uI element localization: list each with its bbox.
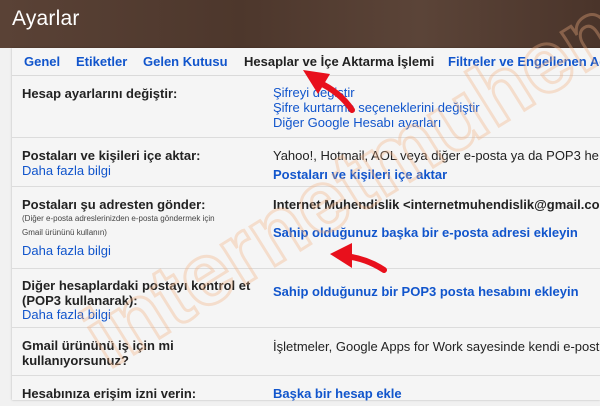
send-as-note: (Diğer e-posta adreslerinizden e-posta g…: [22, 212, 252, 240]
tab-bar: Genel Etiketler Gelen Kutusu Hesaplar ve…: [12, 48, 600, 76]
row-work: Gmail ürününü iş için mi kullanıyorsunuz…: [12, 328, 600, 376]
settings-panel: Genel Etiketler Gelen Kutusu Hesaplar ve…: [12, 48, 600, 401]
row-label-line1: Gmail ürününü iş için mi: [22, 338, 174, 353]
tab-labels[interactable]: Etiketler: [76, 54, 127, 69]
row-pop3: Diğer hesaplardaki postayı kontrol et (P…: [12, 269, 600, 328]
tab-filters[interactable]: Filtreler ve Engellenen Adr: [448, 54, 600, 69]
row-send-as: Postaları şu adresten gönder: (Diğer e-p…: [12, 187, 600, 269]
add-another-account-link[interactable]: Başka bir hesap ekle: [273, 386, 402, 401]
row-label: Postaları şu adresten gönder:: [22, 197, 206, 212]
change-recovery-link[interactable]: Şifre kurtarma seçeneklerini değiştir: [273, 100, 480, 115]
learn-more-link[interactable]: Daha fazla bilgi: [22, 243, 111, 258]
row-label: Hesap ayarlarını değiştir:: [22, 86, 178, 101]
change-password-link[interactable]: Şifreyi değiştir: [273, 85, 355, 100]
row-import: Postaları ve kişileri içe aktar: Daha fa…: [12, 138, 600, 187]
send-as-note-line1: (Diğer e-posta adreslerinizden e-posta g…: [22, 214, 215, 223]
learn-more-link[interactable]: Daha fazla bilgi: [22, 307, 111, 322]
send-as-address: Internet Muhendislik <internetmuhendisli…: [273, 197, 600, 212]
row-label-line2: kullanıyorsunuz?: [22, 353, 129, 368]
settings-header: Ayarlar: [0, 0, 600, 48]
import-mail-contacts-link[interactable]: Postaları ve kişileri içe aktar: [273, 167, 447, 182]
row-label: Hesabınıza erişim izni verin:: [22, 386, 197, 401]
row-label-line2: (POP3 kullanarak):: [22, 293, 138, 308]
google-account-settings-link[interactable]: Diğer Google Hesabı ayarları: [273, 115, 441, 130]
page-title: Ayarlar: [12, 7, 80, 30]
row-change-account: Hesap ayarlarını değiştir: Şifreyi değiş…: [12, 76, 600, 138]
import-description: Yahoo!, Hotmail, AOL veya diğer e-posta …: [273, 148, 599, 163]
tab-accounts-import[interactable]: Hesaplar ve İçe Aktarma İşlemi: [244, 54, 434, 69]
row-grant-access: Hesabınıza erişim izni verin: Başka bir …: [12, 376, 600, 406]
add-email-address-link[interactable]: Sahip olduğunuz başka bir e-posta adresi…: [273, 225, 578, 240]
tab-inbox[interactable]: Gelen Kutusu: [143, 54, 228, 69]
add-pop3-account-link[interactable]: Sahip olduğunuz bir POP3 posta hesabını …: [273, 284, 579, 299]
learn-more-link[interactable]: Daha fazla bilgi: [22, 163, 111, 178]
send-as-note-line2: Gmail ürününü kullanın): [22, 228, 107, 237]
row-label-line1: Diğer hesaplardaki postayı kontrol et: [22, 278, 251, 293]
tab-general[interactable]: Genel: [24, 54, 60, 69]
work-description: İşletmeler, Google Apps for Work sayesin…: [273, 339, 600, 354]
row-label: Postaları ve kişileri içe aktar:: [22, 148, 201, 163]
